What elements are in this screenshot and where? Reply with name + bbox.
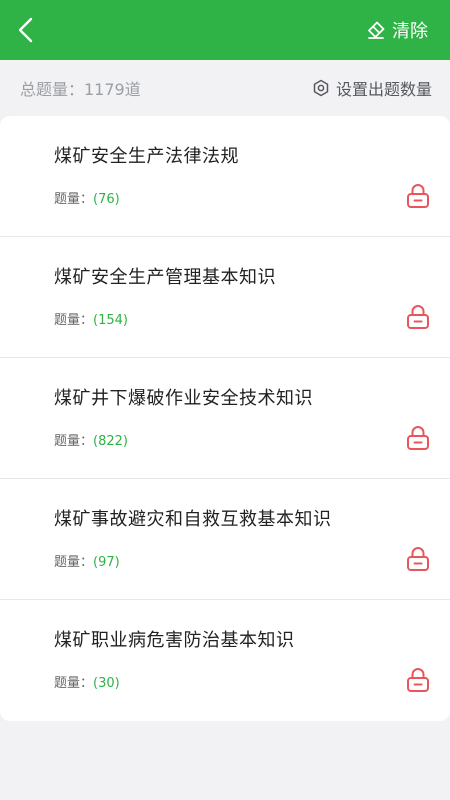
subject-title: 煤矿职业病危害防治基本知识 — [54, 630, 295, 651]
list-item[interactable]: 煤矿井下爆破作业安全技术知识 题量：(822) — [0, 358, 450, 479]
question-count-value: (97) — [93, 555, 120, 570]
question-count: 题量：(154) — [54, 309, 128, 328]
question-count: 题量：(822) — [54, 430, 128, 449]
question-count-value: (76) — [93, 192, 120, 207]
question-count-value: (154) — [93, 313, 128, 328]
question-count-value: (30) — [93, 676, 120, 691]
lock-icon — [407, 668, 429, 692]
lock-icon — [407, 305, 429, 329]
question-count-label: 题量： — [54, 434, 94, 449]
question-count-value: (822) — [93, 434, 128, 449]
summary-bar: 总题量：1179道 设置出题数量 — [0, 60, 450, 116]
question-count-label: 题量： — [54, 676, 94, 691]
list-item[interactable]: 煤矿安全生产管理基本知识 题量：(154) — [0, 237, 450, 358]
clear-button[interactable]: 清除 — [366, 17, 428, 43]
back-button[interactable] — [12, 16, 40, 44]
question-count: 题量：(30) — [54, 672, 120, 691]
question-count-label: 题量： — [54, 313, 94, 328]
list-item[interactable]: 煤矿职业病危害防治基本知识 题量：(30) — [0, 600, 450, 721]
set-question-count-button[interactable]: 设置出题数量 — [312, 76, 432, 100]
lock-icon — [407, 184, 429, 208]
subject-list: 煤矿安全生产法律法规 题量：(76) 煤矿安全生产管理基本知识 题量：(154)… — [0, 116, 450, 721]
subject-title: 煤矿安全生产管理基本知识 — [54, 267, 276, 288]
question-count-label: 题量： — [54, 555, 94, 570]
list-item[interactable]: 煤矿安全生产法律法规 题量：(76) — [0, 116, 450, 237]
question-count: 题量：(76) — [54, 188, 120, 207]
app-header: 清除 — [0, 0, 450, 60]
question-count: 题量：(97) — [54, 551, 120, 570]
subject-title: 煤矿事故避灾和自救互救基本知识 — [54, 509, 332, 530]
list-item[interactable]: 煤矿事故避灾和自救互救基本知识 题量：(97) — [0, 479, 450, 600]
lock-icon — [407, 547, 429, 571]
eraser-icon — [368, 21, 385, 39]
subject-title: 煤矿安全生产法律法规 — [54, 146, 239, 167]
subject-title: 煤矿井下爆破作业安全技术知识 — [54, 388, 313, 409]
gear-icon — [313, 79, 329, 97]
chevron-left-icon — [18, 17, 33, 43]
clear-label: 清除 — [392, 21, 428, 42]
set-question-count-label: 设置出题数量 — [335, 80, 432, 99]
lock-icon — [407, 426, 429, 450]
question-count-label: 题量： — [54, 192, 94, 207]
total-question-count: 总题量：1179道 — [20, 80, 141, 99]
